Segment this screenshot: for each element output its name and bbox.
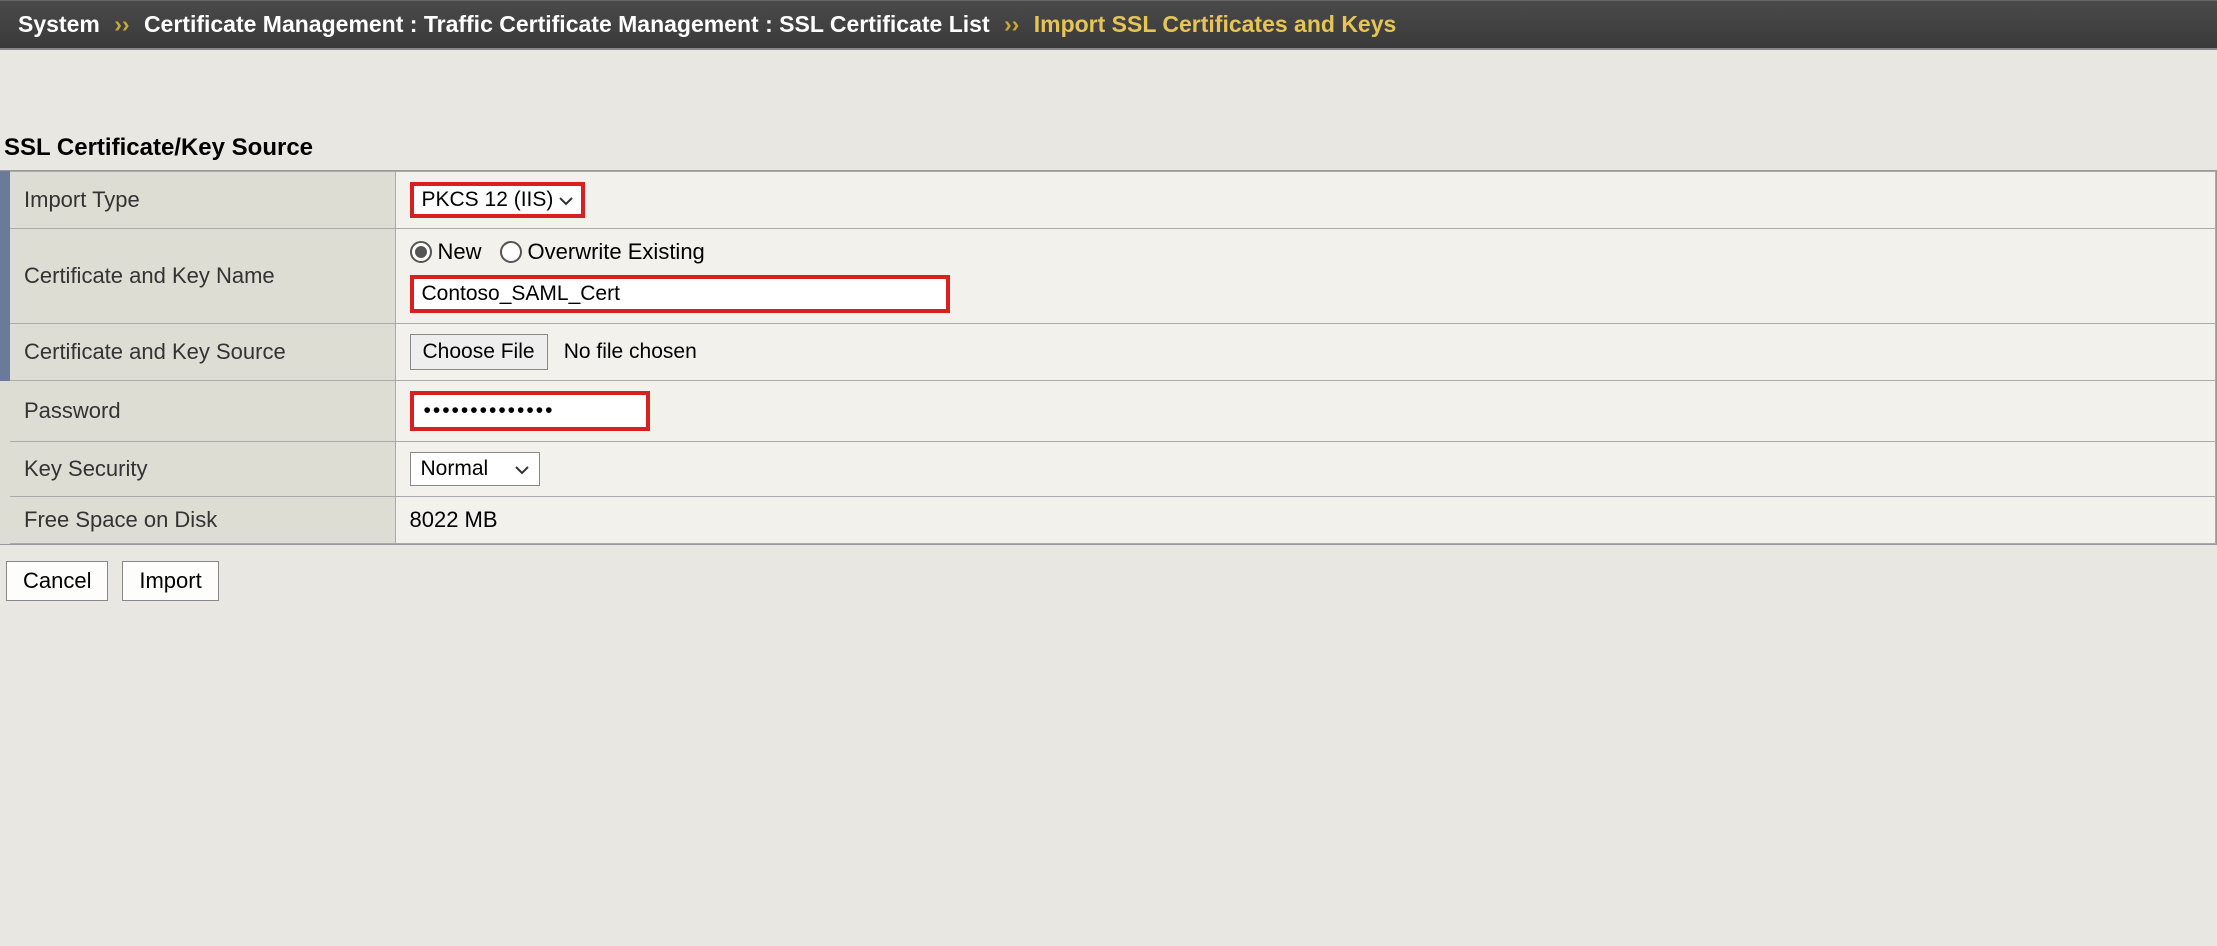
import-button[interactable]: Import	[122, 561, 218, 601]
breadcrumb-root[interactable]: System	[18, 11, 100, 37]
label-password: Password	[5, 381, 395, 442]
breadcrumb: System ›› Certificate Management : Traff…	[0, 0, 2217, 50]
label-cert-key-name: Certificate and Key Name	[5, 229, 395, 324]
breadcrumb-path[interactable]: Certificate Management : Traffic Certifi…	[144, 11, 990, 37]
radio-new[interactable]	[410, 241, 432, 263]
choose-file-button[interactable]: Choose File	[410, 334, 548, 370]
breadcrumb-separator: ››	[1004, 11, 1019, 37]
chevron-down-icon	[515, 457, 529, 481]
import-type-select[interactable]: PKCS 12 (IIS)	[410, 182, 586, 218]
label-import-type: Import Type	[5, 172, 395, 229]
label-cert-key-source: Certificate and Key Source	[5, 324, 395, 381]
radio-overwrite-label: Overwrite Existing	[528, 239, 705, 265]
password-input[interactable]: ••••••••••••••	[410, 391, 650, 431]
cert-key-name-input[interactable]	[410, 275, 950, 313]
key-security-value: Normal	[421, 457, 489, 481]
cancel-button[interactable]: Cancel	[6, 561, 108, 601]
label-free-space: Free Space on Disk	[5, 497, 395, 544]
label-key-security: Key Security	[5, 442, 395, 497]
import-type-value: PKCS 12 (IIS)	[422, 188, 554, 211]
radio-overwrite[interactable]	[500, 241, 522, 263]
radio-new-label: New	[438, 239, 482, 265]
breadcrumb-separator: ››	[114, 11, 129, 37]
chevron-down-icon	[559, 188, 573, 212]
section-title: SSL Certificate/Key Source	[0, 130, 2217, 170]
form-table: Import Type PKCS 12 (IIS) Certificate an…	[0, 171, 2216, 544]
breadcrumb-current: Import SSL Certificates and Keys	[1034, 11, 1397, 37]
key-security-select[interactable]: Normal	[410, 452, 540, 486]
file-chosen-status: No file chosen	[564, 340, 697, 363]
footer-buttons: Cancel Import	[0, 545, 2217, 617]
free-space-value: 8022 MB	[395, 497, 2216, 544]
